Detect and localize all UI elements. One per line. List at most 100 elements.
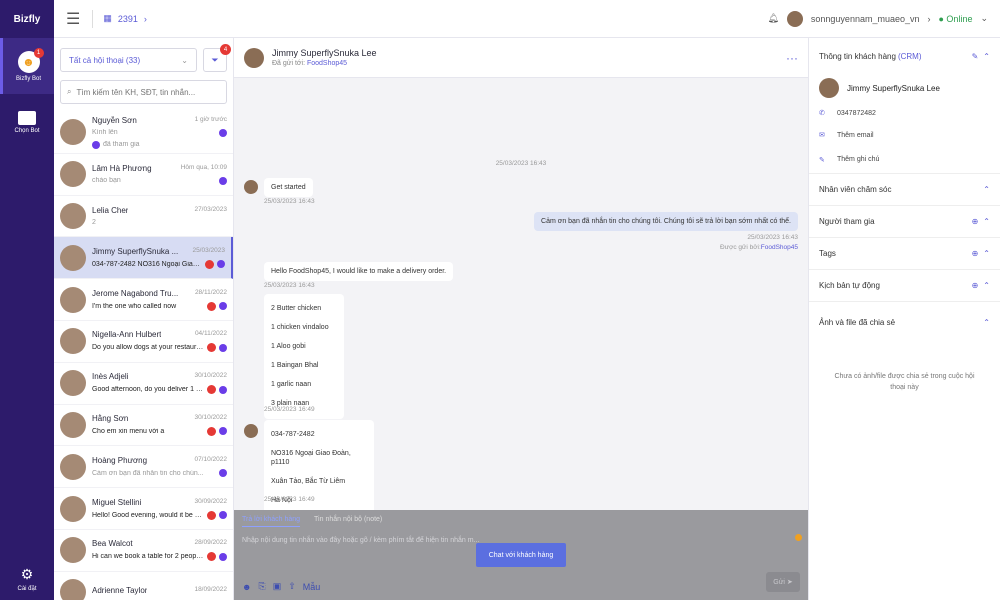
conversation-name: Hoàng Phương (92, 456, 148, 466)
sent-by-page[interactable]: FoodShop45 (761, 244, 798, 251)
filter-button[interactable]: ⏷ 4 (203, 44, 231, 72)
conversation-name: Nguyễn Sơn (92, 115, 137, 125)
conversation-item[interactable]: Inès Adjeli 30/10/2022 Good afternoon, do … (54, 363, 233, 405)
conversation-time: 04/11/2022 (194, 330, 227, 338)
tab-reply[interactable]: Trả lời khách hàng (242, 516, 301, 527)
conversation-item[interactable]: Jerome Nagabond Tru... 28/11/2022 I'm the … (54, 279, 233, 321)
conversation-name: Jerome Nagabond Tru... (92, 288, 179, 298)
funnel-icon: ⏷ (211, 54, 219, 65)
conversation-item[interactable]: Miguel Stellini 30/09/2022 Hello! Good eve… (54, 488, 233, 530)
customer-name: Jimmy SuperflySnuka Lee (847, 83, 940, 93)
composer: Trả lời khách hàng Tin nhắn nội bộ (note… (234, 510, 808, 600)
hamburger-icon[interactable]: ☰ (66, 9, 80, 29)
unread-badge (205, 259, 214, 269)
chat-contact-name[interactable]: Jimmy SuperflySnuka Lee (272, 48, 377, 58)
search-box[interactable]: ⌕ (60, 80, 227, 104)
chat-with-customer-button[interactable]: Chat với khách hàng (476, 543, 566, 567)
avatar[interactable] (244, 47, 264, 68)
top-bar: ☰ ▦ 2391 › 🔔︎ sonnguyennam_muaeo_vn › ● … (54, 0, 1000, 38)
conversation-item[interactable]: Lelia Cher 27/03/2023 2 (54, 196, 233, 238)
rail-item-choose-bot[interactable]: Chọn Bot (0, 94, 54, 150)
messenger-icon (219, 469, 227, 478)
avatar (60, 286, 86, 313)
conversation-name: Hằng Sơn (92, 413, 129, 423)
conversation-time: 28/09/2022 (194, 539, 227, 547)
conversation-item[interactable]: Nguyễn Sơn 1 giờ trước Kính lên đã tham gia (54, 112, 233, 154)
phone-value[interactable]: 0347872482 (837, 110, 876, 117)
add-email-link[interactable]: Thêm email (837, 132, 874, 139)
chevron-up-icon: ⌃ (983, 185, 990, 194)
user-name[interactable]: sonnguyennam_muaeo_vn (811, 14, 920, 24)
conversation-time: 1 giờ trước (194, 115, 227, 123)
section-participants[interactable]: Người tham gia ⊕ ⌃ (809, 206, 1000, 238)
add-icon[interactable]: ⊕ (972, 281, 979, 290)
section-staff[interactable]: Nhân viên chăm sóc ⌃ (809, 174, 1000, 206)
search-icon: ⌕ (67, 87, 72, 96)
rail-settings[interactable]: ⚙ Cài đặt (0, 566, 54, 592)
rail-badge: 1 (33, 47, 44, 58)
conversation-item[interactable]: Bea Walcot 28/09/2022 Hi can we book a tab… (54, 530, 233, 572)
add-note-link[interactable]: Thêm ghi chú (837, 156, 879, 163)
phone-row: ✆ 0347872482 (809, 102, 1000, 124)
conversation-preview: Cảm ơn bạn đã nhắn tin cho chún... (92, 469, 204, 477)
tab-internal-note[interactable]: Tin nhắn nội bộ (note) (314, 516, 382, 527)
conversation-time: Hôm qua, 10:09 (180, 163, 227, 171)
more-options-icon[interactable]: ··· (786, 51, 798, 65)
chat-header: Jimmy SuperflySnuka Lee Đã gửi tới: Food… (234, 38, 808, 78)
conversation-item[interactable]: Nigella-Ann Hulbert 04/11/2022 Do you allo… (54, 321, 233, 363)
avatar (60, 579, 86, 600)
status-selector[interactable]: ● Online (939, 14, 973, 24)
user-avatar[interactable] (786, 10, 803, 27)
image-icon[interactable]: ▣ (273, 581, 282, 592)
emoji-icon[interactable]: ☻ (242, 582, 251, 592)
unread-badge (207, 343, 216, 353)
app-logo[interactable]: Bizfly (0, 0, 54, 38)
avatar (819, 78, 839, 98)
edit-icon[interactable]: ✎ (972, 52, 979, 61)
section-tags[interactable]: Tags ⊕ ⌃ (809, 238, 1000, 270)
conversation-item[interactable]: Hoàng Phương 07/10/2022 Cảm ơn bạn đã nhắn… (54, 446, 233, 489)
section-files[interactable]: Ảnh và file đã chia sẻ ⌃ (809, 302, 1000, 342)
template-button[interactable]: Mẫu (303, 582, 321, 592)
messenger-icon (219, 128, 227, 137)
conversation-item[interactable]: Hằng Sơn 30/10/2022 Cho em xin menu với a (54, 405, 233, 447)
gear-icon: ⚙ (20, 566, 34, 582)
bell-icon[interactable]: 🔔︎ (767, 13, 778, 24)
avatar (60, 119, 86, 146)
rail-item-bot[interactable]: ☻ 1 Bizfly Bot (0, 38, 54, 94)
upload-icon[interactable]: ⇧ (288, 581, 296, 592)
add-icon[interactable]: ⊕ (972, 217, 979, 226)
chevron-up-icon[interactable]: ⌃ (983, 52, 990, 61)
add-icon[interactable]: ⊕ (972, 249, 979, 258)
phone-icon: ✆ (819, 110, 825, 117)
crm-tag[interactable]: (CRM) (898, 52, 922, 61)
email-row: ✉ Thêm email (809, 124, 1000, 146)
chevron-down-icon[interactable]: ⌄ (980, 13, 988, 24)
unread-badge (207, 301, 216, 311)
conversation-item[interactable]: Lâm Hà Phương Hôm qua, 10:09 chào bạn (54, 154, 233, 196)
conversation-preview: chào bạn (92, 177, 121, 185)
conversation-item[interactable]: Jimmy SuperflySnuka ... 25/03/2023 034-787… (54, 237, 233, 280)
conversation-name: Miguel Stellini (92, 497, 142, 507)
warning-icon (795, 534, 802, 541)
page-link[interactable]: FoodShop45 (307, 60, 347, 67)
message-bubble: Cảm ơn bạn đã nhắn tin cho chúng tôi. Ch… (534, 212, 798, 232)
info-title: Thông tin khách hàng (819, 51, 896, 61)
conversation-list: Nguyễn Sơn 1 giờ trước Kính lên đã tham gia… (54, 112, 233, 600)
conversation-preview: Cho em xin menu với a (92, 427, 165, 435)
conversation-preview: Hi can we book a table for 2 people f... (92, 553, 204, 561)
conversation-filter-select[interactable]: Tất cả hội thoại (33) ⌄ (60, 48, 197, 72)
conversation-item[interactable]: Adrienne Taylor 18/09/2022 (54, 572, 233, 600)
message-line: 1 Baingan Bhal (271, 362, 319, 370)
search-input[interactable] (76, 87, 220, 97)
message-bubble-order: 2 Butter chicken 1 chicken vindaloo 1 Al… (264, 294, 344, 419)
grid-icon: ▦ (103, 13, 112, 23)
chevron-up-icon: ⌃ (983, 281, 990, 290)
org-selector[interactable]: ▦ 2391 › (103, 13, 147, 24)
unread-badge (207, 426, 216, 436)
send-button[interactable]: Gửi ➤ (766, 572, 800, 592)
filter-value: Tất cả hội thoại (33) (69, 55, 141, 65)
message-bubble: Get started (264, 178, 313, 198)
section-automation[interactable]: Kịch bản tự động ⊕ ⌃ (809, 270, 1000, 302)
attachment-icon[interactable]: ⎘ (258, 581, 265, 592)
